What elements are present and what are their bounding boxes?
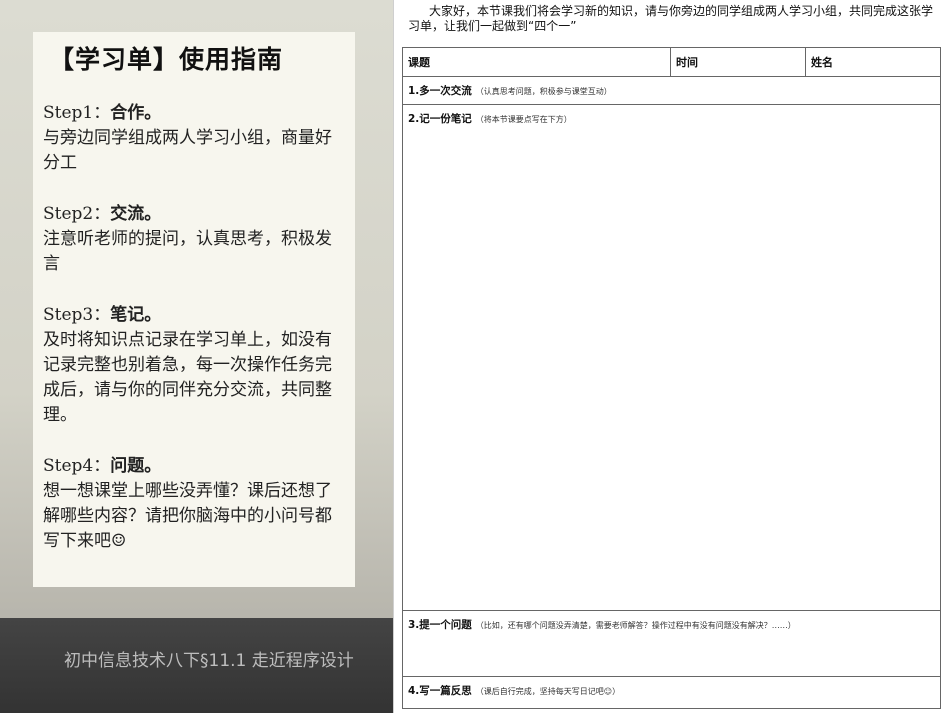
step-label: Step2：	[43, 204, 111, 224]
step-name: 笔记。	[110, 305, 162, 325]
step-label: Step1：	[43, 103, 111, 123]
header-row: 课题 时间 姓名	[403, 48, 940, 77]
course-title: 初中信息技术八下§11.1 走近程序设计	[64, 651, 354, 671]
section-communicate[interactable]: 1.多一次交流 （认真思考问题，积极参与课堂互动）	[403, 77, 940, 105]
step-name: 问题。	[110, 456, 162, 476]
section-reflection[interactable]: 4.写一篇反思 （课后自行完成，坚持每天写日记吧☺）	[403, 677, 940, 708]
section-question[interactable]: 3.提一个问题 （比如，还有哪个问题没弄清楚，需要老师解答？操作过程中有没有问题没…	[403, 611, 940, 677]
step-item: Step4：问题。 想一想课堂上哪些没弄懂？课后还想了解哪些内容？请把你脑海中的…	[43, 454, 343, 554]
section-title: 3.提一个问题	[408, 619, 472, 631]
step-item: Step3：笔记。 及时将知识点记录在学习单上，如没有记录完整也别着急，每一次操…	[43, 303, 343, 428]
step-body: 及时将知识点记录在学习单上，如没有记录完整也别着急，每一次操作任务完成后，请与你…	[43, 330, 332, 425]
name-cell[interactable]: 姓名	[806, 48, 940, 76]
step-item: Step1：合作。 与旁边同学组成两人学习小组，商量好分工	[43, 101, 343, 176]
step-name: 合作。	[110, 103, 162, 123]
section-note: （课后自行完成，坚持每天写日记吧☺）	[475, 687, 621, 696]
footer-bar: 初中信息技术八下§11.1 走近程序设计	[0, 618, 393, 713]
section-note: （认真思考问题，积极参与课堂互动）	[475, 87, 612, 96]
section-title: 1.多一次交流	[408, 85, 472, 97]
section-title: 4.写一篇反思	[408, 685, 472, 697]
step-body: 与旁边同学组成两人学习小组，商量好分工	[43, 128, 332, 173]
section-note: （将本节课要点写在下方）	[475, 115, 572, 124]
guide-card: 【学习单】使用指南 Step1：合作。 与旁边同学组成两人学习小组，商量好分工 …	[33, 32, 355, 587]
step-body: 想一想课堂上哪些没弄懂？课后还想了解哪些内容？请把你脑海中的小问号都写下来吧☺	[43, 481, 332, 551]
step-label: Step3：	[43, 305, 111, 325]
worksheet-intro: 大家好，本节课我们将会学习新的知识，请与你旁边的同学组成两人学习小组，共同完成这…	[408, 4, 934, 33]
guide-title: 【学习单】使用指南	[49, 45, 284, 74]
step-name: 交流。	[110, 204, 162, 224]
section-note: （比如，还有哪个问题没弄清楚，需要老师解答？操作过程中有没有问题没有解决？……）	[475, 621, 796, 630]
step-item: Step2：交流。 注意听老师的提问，认真思考，积极发言	[43, 202, 343, 277]
worksheet-table: 课题 时间 姓名 1.多一次交流 （认真思考问题，积极参与课堂互动） 2.记一份笔…	[402, 47, 941, 709]
time-cell[interactable]: 时间	[671, 48, 806, 76]
guide-panel: 【学习单】使用指南 Step1：合作。 与旁边同学组成两人学习小组，商量好分工 …	[0, 0, 393, 713]
topic-cell[interactable]: 课题	[403, 48, 671, 76]
step-label: Step4：	[43, 456, 111, 476]
section-notes[interactable]: 2.记一份笔记 （将本节课要点写在下方）	[403, 105, 940, 611]
steps-list: Step1：合作。 与旁边同学组成两人学习小组，商量好分工 Step2：交流。 …	[43, 101, 343, 580]
section-title: 2.记一份笔记	[408, 113, 472, 125]
worksheet: 大家好，本节课我们将会学习新的知识，请与你旁边的同学组成两人学习小组，共同完成这…	[393, 0, 950, 713]
step-body: 注意听老师的提问，认真思考，积极发言	[43, 229, 332, 274]
